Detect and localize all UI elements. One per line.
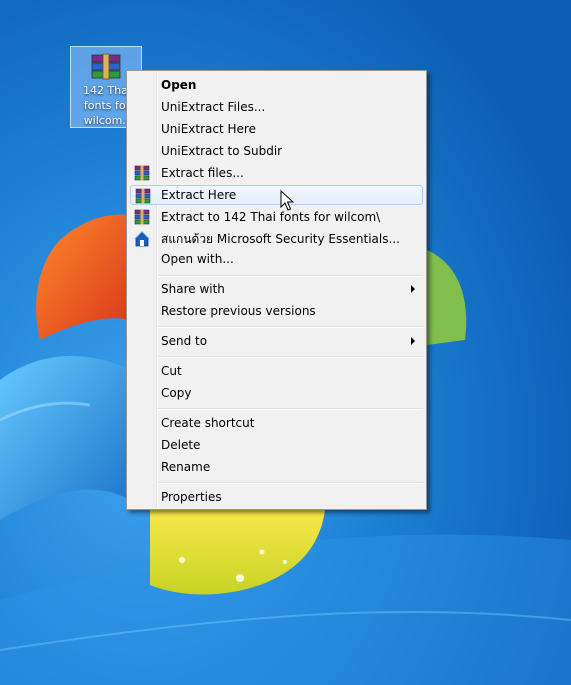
menu-item-send-to[interactable]: Send to (130, 331, 423, 351)
menu-item-extract-here[interactable]: Extract Here (130, 185, 423, 205)
menu-item-extract-files[interactable]: Extract files... (130, 163, 423, 183)
menu-item-cut[interactable]: Cut (130, 361, 423, 381)
menu-item-label: Extract Here (161, 188, 237, 202)
menu-item-uniextract-subdir[interactable]: UniExtract to Subdir (130, 141, 423, 161)
menu-item-delete[interactable]: Delete (130, 435, 423, 455)
menu-item-open-with[interactable]: Open with... (130, 249, 423, 269)
menu-separator (158, 408, 423, 410)
menu-item-label: Open with... (161, 252, 234, 266)
menu-item-extract-to-folder[interactable]: Extract to 142 Thai fonts for wilcom\ (130, 207, 423, 227)
context-menu: Open UniExtract Files... UniExtract Here… (126, 70, 427, 510)
desktop-background: 142 Thai fonts for wilcom.r Open UniExtr… (0, 0, 571, 685)
menu-item-label: Extract to 142 Thai fonts for wilcom\ (161, 210, 381, 224)
menu-item-uniextract-here[interactable]: UniExtract Here (130, 119, 423, 139)
menu-item-label: Rename (161, 460, 211, 474)
menu-item-label: UniExtract Files... (161, 100, 266, 114)
menu-item-scan-security-essentials[interactable]: สแกนด้วย Microsoft Security Essentials..… (130, 229, 423, 249)
menu-item-open[interactable]: Open (130, 75, 423, 95)
menu-item-label: Share with (161, 282, 225, 296)
winrar-archive-icon (89, 53, 123, 84)
menu-separator (158, 326, 423, 328)
menu-separator (158, 275, 423, 277)
menu-separator (158, 356, 423, 358)
security-essentials-icon (134, 231, 150, 247)
menu-item-label: Create shortcut (161, 416, 255, 430)
menu-item-label: สแกนด้วย Microsoft Security Essentials..… (161, 232, 400, 246)
menu-item-label: Properties (161, 490, 222, 504)
menu-item-label: UniExtract to Subdir (161, 144, 283, 158)
menu-item-share-with[interactable]: Share with (130, 279, 423, 299)
menu-separator (158, 482, 423, 484)
menu-item-label: Delete (161, 438, 201, 452)
menu-item-label: Restore previous versions (161, 304, 316, 318)
winrar-icon (135, 188, 151, 204)
menu-item-uniextract-files[interactable]: UniExtract Files... (130, 97, 423, 117)
menu-item-restore-previous-versions[interactable]: Restore previous versions (130, 301, 423, 321)
menu-item-rename[interactable]: Rename (130, 457, 423, 477)
winrar-icon (134, 209, 150, 225)
menu-item-label: Send to (161, 334, 208, 348)
menu-item-label: Cut (161, 364, 182, 378)
menu-item-label: Extract files... (161, 166, 244, 180)
submenu-arrow-icon (411, 337, 415, 345)
menu-item-create-shortcut[interactable]: Create shortcut (130, 413, 423, 433)
winrar-icon (134, 165, 150, 181)
menu-item-label: Copy (161, 386, 192, 400)
menu-item-label: Open (161, 78, 197, 92)
mouse-pointer-icon (280, 189, 295, 215)
submenu-arrow-icon (411, 285, 415, 293)
menu-item-properties[interactable]: Properties (130, 487, 423, 507)
menu-item-label: UniExtract Here (161, 122, 256, 136)
menu-item-copy[interactable]: Copy (130, 383, 423, 403)
